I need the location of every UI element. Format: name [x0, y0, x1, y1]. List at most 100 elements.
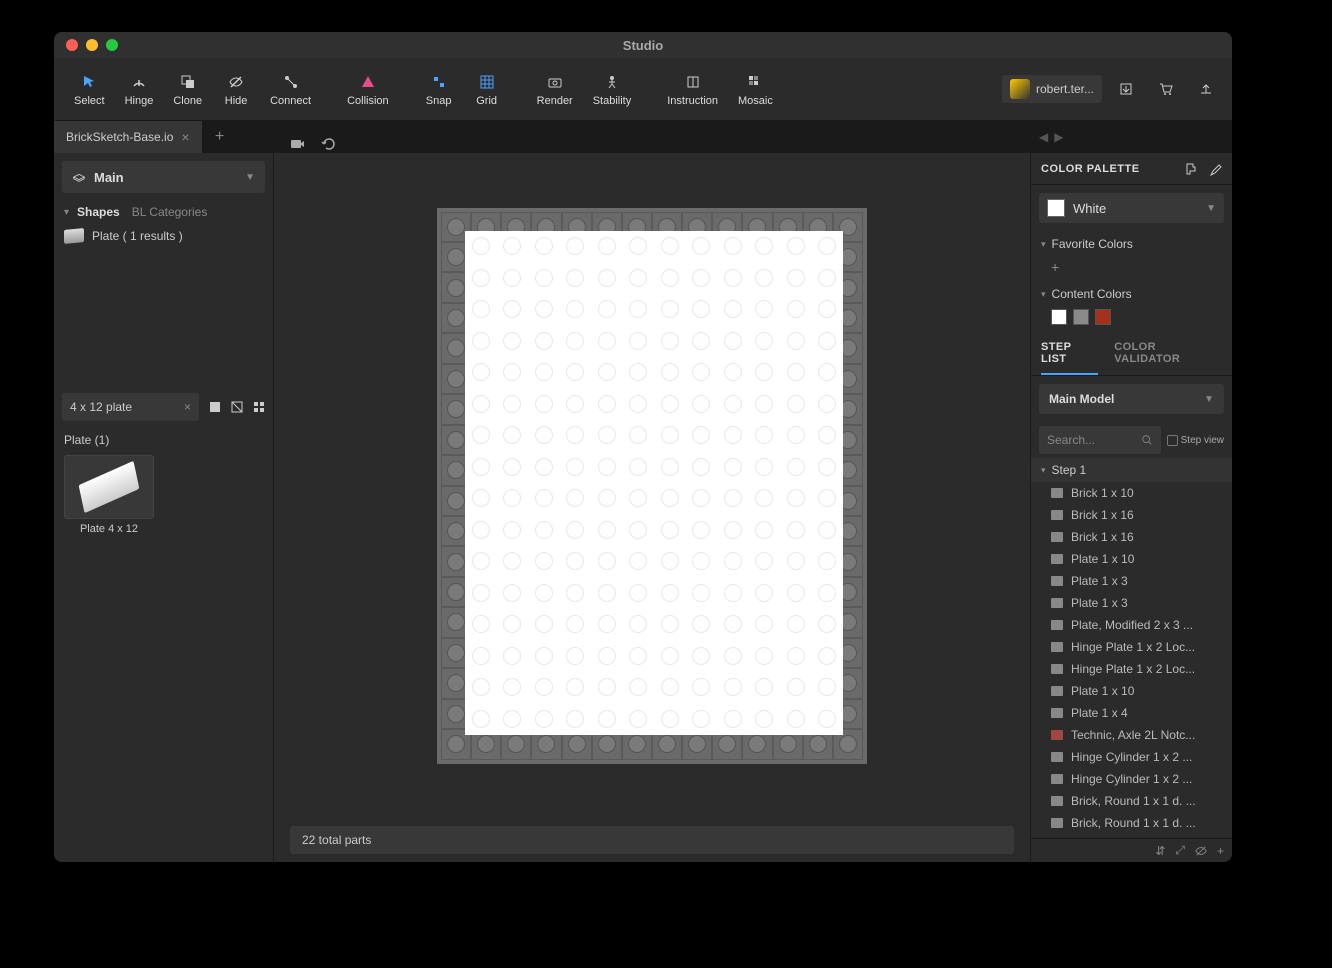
- step-item[interactable]: Brick, Round 1 x 1 d. ...: [1031, 790, 1232, 812]
- step-item[interactable]: Plate 1 x 10: [1031, 548, 1232, 570]
- camera-view-button[interactable]: [286, 133, 308, 155]
- add-tab-button[interactable]: +: [206, 123, 234, 151]
- hinge-tool[interactable]: Hinge: [115, 68, 164, 111]
- stability-tool[interactable]: Stability: [583, 68, 642, 111]
- add-step-button[interactable]: +: [1217, 844, 1224, 858]
- collision-tool[interactable]: Collision: [337, 68, 399, 111]
- step-header[interactable]: ▾ Step 1: [1031, 458, 1232, 482]
- camera-icon: [545, 72, 565, 92]
- clear-search-button[interactable]: ×: [184, 400, 191, 414]
- add-favorite-button[interactable]: +: [1051, 259, 1212, 275]
- bl-categories-tab[interactable]: BL Categories: [132, 205, 208, 219]
- render-tool[interactable]: Render: [527, 68, 583, 111]
- step-item[interactable]: Plate 1 x 3: [1031, 592, 1232, 614]
- import-button[interactable]: [1110, 75, 1142, 103]
- brick-icon: [1051, 532, 1063, 542]
- cart-button[interactable]: [1150, 75, 1182, 103]
- canvas[interactable]: 22 total parts: [274, 121, 1030, 862]
- view-grid-button[interactable]: [249, 397, 269, 417]
- eyedropper-icon[interactable]: [1208, 162, 1222, 176]
- nav-forward-button[interactable]: ▶: [1054, 130, 1063, 144]
- status-bar: 22 total parts: [290, 826, 1014, 854]
- rotate-view-button[interactable]: [318, 133, 340, 155]
- step-list-tab[interactable]: STEP LIST: [1041, 333, 1098, 375]
- connect-icon: [281, 72, 301, 92]
- content-colors-header[interactable]: ▾ Content Colors: [1031, 281, 1232, 307]
- step-item[interactable]: Technic, Axle 11L: [1031, 834, 1232, 838]
- brick-icon: [1051, 642, 1063, 652]
- view-solid-button[interactable]: [205, 397, 225, 417]
- part-filter-row[interactable]: Plate ( 1 results ): [54, 223, 273, 249]
- connect-tool[interactable]: Connect: [260, 68, 321, 111]
- brick-icon: [1051, 774, 1063, 784]
- mosaic-icon: [745, 72, 765, 92]
- warning-icon: [358, 72, 378, 92]
- color-validator-tab[interactable]: COLOR VALIDATOR: [1114, 333, 1222, 375]
- close-window-button[interactable]: [66, 39, 78, 51]
- search-icon: [1141, 434, 1153, 446]
- hide-icon[interactable]: [1195, 845, 1207, 857]
- step-item[interactable]: Brick 1 x 16: [1031, 504, 1232, 526]
- instruction-tool[interactable]: Instruction: [657, 68, 728, 111]
- file-tab[interactable]: BrickSketch-Base.io ×: [54, 121, 202, 153]
- step-item[interactable]: Hinge Plate 1 x 2 Loc...: [1031, 658, 1232, 680]
- grid-tool[interactable]: Grid: [463, 68, 511, 111]
- step-item[interactable]: Hinge Cylinder 1 x 2 ...: [1031, 746, 1232, 768]
- upload-button[interactable]: [1190, 75, 1222, 103]
- left-panel: BrickSketch-Base.io × + Main ▼ ▾ Shapes …: [54, 121, 274, 862]
- close-tab-button[interactable]: ×: [181, 129, 189, 145]
- avatar: [1010, 79, 1030, 99]
- step-view-checkbox[interactable]: Step view: [1167, 435, 1224, 446]
- brick-icon: [1051, 598, 1063, 608]
- chevron-down-icon: ▾: [1041, 289, 1046, 300]
- panel-nav: ◀ ▶: [1031, 121, 1232, 153]
- model-select[interactable]: Main Model ▼: [1039, 384, 1224, 414]
- brick-icon: [1051, 752, 1063, 762]
- book-icon: [683, 72, 703, 92]
- snap-tool[interactable]: Snap: [415, 68, 463, 111]
- eye-off-icon: [226, 72, 246, 92]
- shapes-tab[interactable]: Shapes: [77, 205, 120, 219]
- chevron-down-icon: ▾: [64, 207, 69, 218]
- step-item[interactable]: Plate 1 x 3: [1031, 570, 1232, 592]
- mosaic-tool[interactable]: Mosaic: [728, 68, 783, 111]
- chevron-down-icon: ▼: [1204, 394, 1214, 405]
- view-outline-button[interactable]: [227, 397, 247, 417]
- hide-tool[interactable]: Hide: [212, 68, 260, 111]
- clone-icon: [178, 72, 198, 92]
- color-select[interactable]: White ▼: [1039, 193, 1224, 223]
- collapse-icon[interactable]: ⇵: [1155, 844, 1165, 858]
- minimize-window-button[interactable]: [86, 39, 98, 51]
- brick-icon: [1051, 708, 1063, 718]
- step-item[interactable]: Plate 1 x 10: [1031, 680, 1232, 702]
- content-color-swatch[interactable]: [1073, 309, 1089, 325]
- step-item[interactable]: Brick 1 x 16: [1031, 526, 1232, 548]
- paint-format-icon[interactable]: [1184, 162, 1198, 176]
- content-color-swatch[interactable]: [1095, 309, 1111, 325]
- submodel-select[interactable]: Main ▼: [62, 161, 265, 193]
- step-list-toolbar: ⇵ ⤢ +: [1031, 838, 1232, 862]
- user-profile[interactable]: robert.ter...: [1002, 75, 1102, 103]
- step-item[interactable]: Plate, Modified 2 x 3 ...: [1031, 614, 1232, 636]
- expand-icon[interactable]: ⤢: [1175, 843, 1185, 858]
- main-toolbar: Select Hinge Clone Hide Connect Collisio…: [54, 58, 1232, 121]
- favorite-colors-header[interactable]: ▾ Favorite Colors: [1031, 231, 1232, 257]
- nav-back-button[interactable]: ◀: [1039, 130, 1048, 144]
- clone-tool[interactable]: Clone: [163, 68, 212, 111]
- maximize-window-button[interactable]: [106, 39, 118, 51]
- part-search-input[interactable]: 4 x 12 plate ×: [62, 393, 199, 421]
- step-item[interactable]: Plate 1 x 4: [1031, 702, 1232, 724]
- select-tool[interactable]: Select: [64, 68, 115, 111]
- chevron-down-icon: ▼: [245, 172, 255, 183]
- step-item[interactable]: Hinge Cylinder 1 x 2 ...: [1031, 768, 1232, 790]
- brick-icon: [1051, 620, 1063, 630]
- color-swatch: [1047, 199, 1065, 217]
- step-item[interactable]: Brick, Round 1 x 1 d. ...: [1031, 812, 1232, 834]
- step-item[interactable]: Technic, Axle 2L Notc...: [1031, 724, 1232, 746]
- content-color-swatch[interactable]: [1051, 309, 1067, 325]
- step-search-input[interactable]: Search...: [1039, 426, 1161, 454]
- part-result[interactable]: Plate 4 x 12: [64, 455, 154, 535]
- step-item[interactable]: Brick 1 x 10: [1031, 482, 1232, 504]
- step-item[interactable]: Hinge Plate 1 x 2 Loc...: [1031, 636, 1232, 658]
- chevron-down-icon: ▼: [1206, 203, 1216, 214]
